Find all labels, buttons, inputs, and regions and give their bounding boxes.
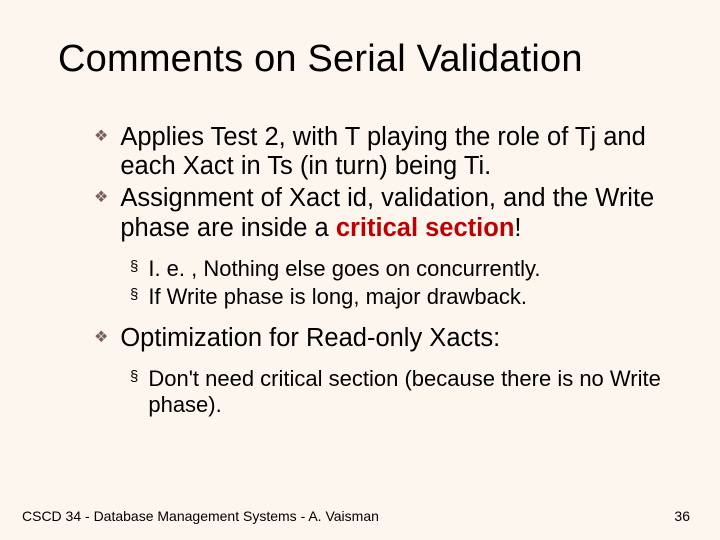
bullet-list-level2: § I. e. , Nothing else goes on concurren… (130, 256, 662, 310)
bullet-text: Assignment of Xact id, validation, and t… (120, 184, 662, 244)
slide-title: Comments on Serial Validation (58, 38, 662, 81)
diamond-bullet-icon: ❖ (94, 190, 108, 206)
bullet-list-level1: ❖ Optimization for Read-only Xacts: (94, 324, 662, 354)
diamond-bullet-icon: ❖ (94, 330, 108, 346)
bullet-list-level1: ❖ Applies Test 2, with T playing the rol… (94, 123, 662, 244)
critical-section-emphasis: critical section (336, 214, 515, 242)
footer-text: CSCD 34 - Database Management Systems - … (22, 508, 379, 524)
bullet-list-level2: § Don't need critical section (because t… (130, 366, 662, 418)
bullet-item: ❖ Applies Test 2, with T playing the rol… (94, 123, 662, 183)
page-number: 36 (674, 508, 690, 524)
square-bullet-icon: § (130, 259, 138, 274)
bullet-item: ❖ Optimization for Read-only Xacts: (94, 324, 662, 354)
bullet-text: Optimization for Read-only Xacts: (120, 324, 500, 354)
bullet-text-suffix: ! (514, 214, 521, 242)
square-bullet-icon: § (130, 287, 138, 302)
sub-bullet-item: § I. e. , Nothing else goes on concurren… (130, 256, 662, 282)
sub-bullet-item: § Don't need critical section (because t… (130, 366, 662, 418)
sub-bullet-text: Don't need critical section (because the… (148, 366, 662, 418)
slide: Comments on Serial Validation ❖ Applies … (0, 0, 720, 540)
sub-bullet-item: § If Write phase is long, major drawback… (130, 284, 662, 310)
bullet-text: Applies Test 2, with T playing the role … (120, 123, 662, 183)
square-bullet-icon: § (130, 369, 138, 384)
bullet-item: ❖ Assignment of Xact id, validation, and… (94, 184, 662, 244)
sub-bullet-text: I. e. , Nothing else goes on concurrentl… (148, 256, 540, 282)
sub-bullet-text: If Write phase is long, major drawback. (148, 284, 527, 310)
diamond-bullet-icon: ❖ (94, 129, 108, 145)
